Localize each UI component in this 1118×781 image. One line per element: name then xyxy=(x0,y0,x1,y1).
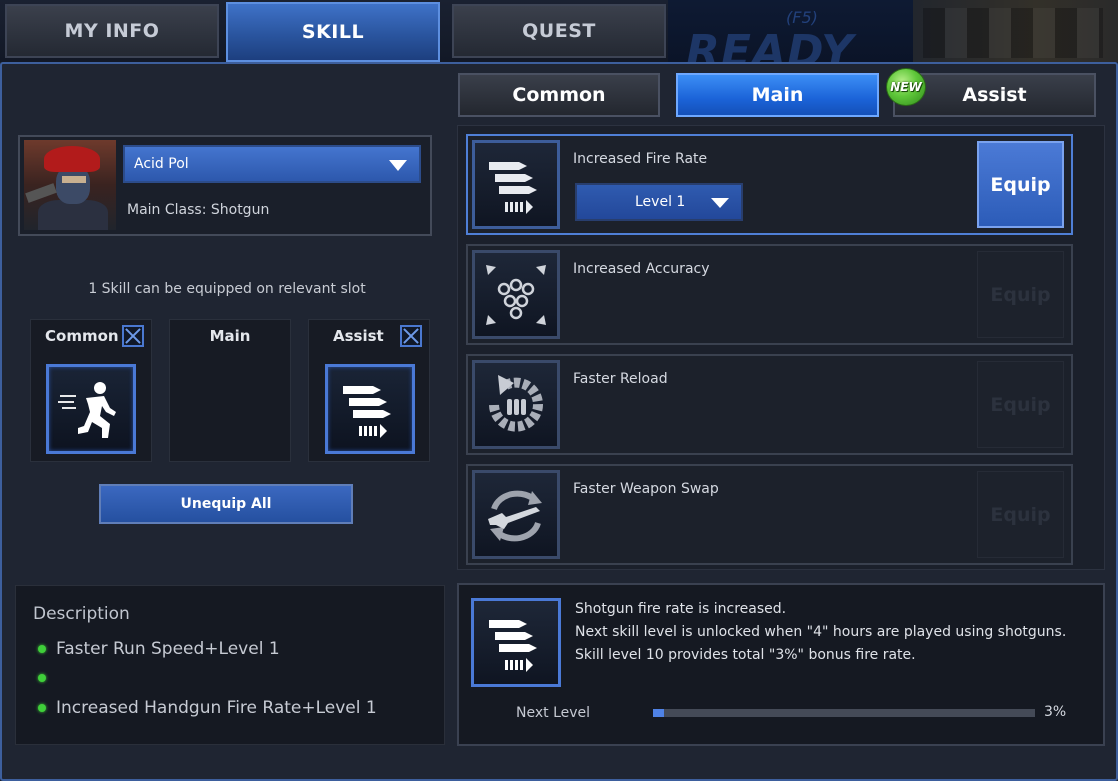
tab-quest[interactable]: QUEST xyxy=(452,4,666,58)
slot-assist-title: Assist xyxy=(333,327,384,345)
chevron-down-icon xyxy=(389,160,407,171)
equip-button[interactable]: Equip xyxy=(977,361,1064,448)
slot-common: Common xyxy=(30,319,152,462)
progress-percent: 3% xyxy=(1044,704,1067,720)
bullet-icon xyxy=(38,674,46,682)
new-badge: NEW xyxy=(886,68,926,106)
equip-button[interactable]: Equip xyxy=(977,141,1064,228)
skill-name: Faster Reload xyxy=(573,371,668,387)
description-item xyxy=(38,668,56,688)
description-item: Increased Handgun Fire Rate+Level 1 xyxy=(38,698,377,718)
character-name: Acid Pol xyxy=(134,156,189,172)
game-scene-background xyxy=(913,0,1118,62)
subtab-common[interactable]: Common xyxy=(458,73,660,117)
skill-row-increased-fire-rate[interactable]: Increased Fire Rate Level 1 Equip xyxy=(466,134,1073,235)
weapon-swap-icon xyxy=(488,490,542,541)
slot-assist-skill[interactable] xyxy=(325,364,415,454)
skill-icon xyxy=(472,470,560,559)
description-item: Faster Run Speed+Level 1 xyxy=(38,639,280,659)
next-level-progress xyxy=(653,709,1035,717)
running-man-icon xyxy=(58,382,116,438)
level-value: Level 1 xyxy=(635,194,686,210)
slot-main: Main xyxy=(169,319,291,462)
bullet-icon xyxy=(38,645,46,653)
info-line: Shotgun fire rate is increased. xyxy=(575,601,787,617)
tab-skill[interactable]: SKILL xyxy=(226,2,440,62)
character-dropdown[interactable]: Acid Pol xyxy=(123,145,421,183)
skill-icon xyxy=(472,140,560,229)
accuracy-dots-icon xyxy=(486,264,546,325)
skill-icon xyxy=(472,360,560,449)
equip-hint: 1 Skill can be equipped on relevant slot xyxy=(88,281,366,297)
slot-assist: Assist xyxy=(308,319,430,462)
ready-hotkey-text: (F5) xyxy=(786,8,818,27)
info-line: Next skill level is unlocked when "4" ho… xyxy=(575,624,1067,640)
skill-row-faster-reload[interactable]: Faster Reload Equip xyxy=(466,354,1073,455)
slot-common-title: Common xyxy=(45,327,119,345)
bullets-icon xyxy=(489,619,537,672)
ready-hud-decoration: READY (F5) xyxy=(668,0,913,62)
bullets-icon xyxy=(343,386,391,438)
close-icon[interactable] xyxy=(400,325,422,347)
unequip-all-button[interactable]: Unequip All xyxy=(99,484,353,524)
bullets-icon xyxy=(489,161,537,214)
skill-name: Increased Accuracy xyxy=(573,261,710,277)
slot-common-skill[interactable] xyxy=(46,364,136,454)
description-title: Description xyxy=(33,604,130,624)
skill-icon xyxy=(472,250,560,339)
tab-my-info[interactable]: MY INFO xyxy=(5,4,219,58)
soldier-portrait xyxy=(24,140,116,230)
ready-text: READY xyxy=(686,26,854,62)
skill-row-faster-weapon-swap[interactable]: Faster Weapon Swap Equip xyxy=(466,464,1073,565)
info-line: Skill level 10 provides total "3%" bonus… xyxy=(575,647,916,663)
next-level-label: Next Level xyxy=(516,705,591,721)
info-skill-icon xyxy=(471,598,561,687)
slot-main-title: Main xyxy=(209,327,251,345)
subtab-main[interactable]: Main xyxy=(676,73,879,117)
level-dropdown[interactable]: Level 1 xyxy=(575,183,743,221)
close-icon[interactable] xyxy=(122,325,144,347)
bullet-icon xyxy=(38,704,46,712)
skill-row-increased-accuracy[interactable]: Increased Accuracy Equip xyxy=(466,244,1073,345)
equip-button[interactable]: Equip xyxy=(977,251,1064,338)
skill-name: Increased Fire Rate xyxy=(573,151,708,167)
skill-name: Faster Weapon Swap xyxy=(573,481,719,497)
progress-fill xyxy=(653,709,665,717)
main-class-label: Main Class: Shotgun xyxy=(127,202,270,218)
chevron-down-icon xyxy=(711,198,729,208)
equip-button[interactable]: Equip xyxy=(977,471,1064,558)
reload-icon xyxy=(489,374,543,432)
